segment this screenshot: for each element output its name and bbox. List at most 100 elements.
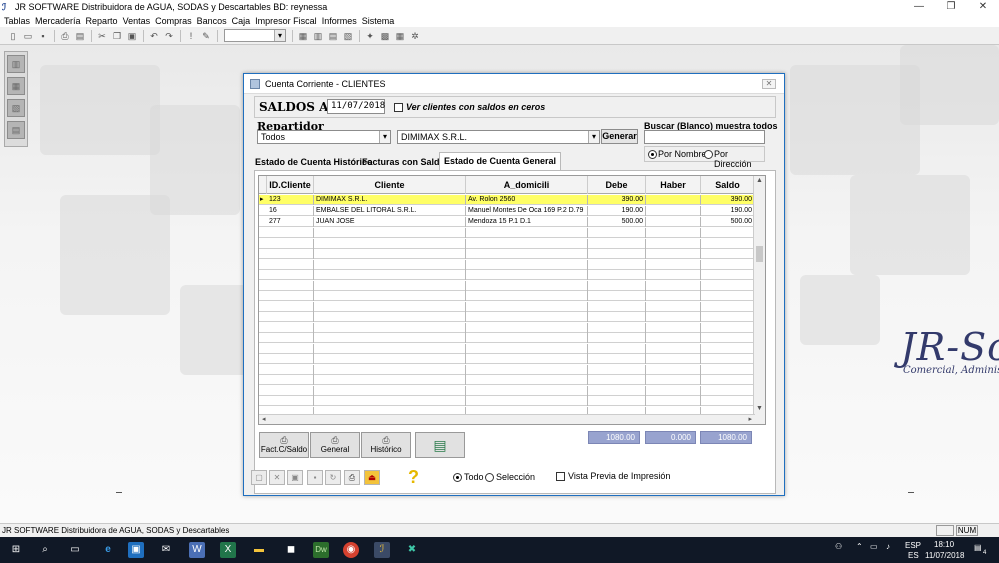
report-icon[interactable]: ▧ [341,30,355,42]
seleccion-radio[interactable] [485,473,494,482]
edit-icon[interactable]: ✎ [199,30,213,42]
excel-icon[interactable]: X [220,542,236,558]
lang-esp[interactable]: ESP [905,541,921,550]
delete-icon[interactable]: ✕ [269,470,285,485]
scroll-thumb[interactable] [756,246,763,262]
folder-icon[interactable]: ▬ [251,542,267,558]
print-icon[interactable]: ⎙ [58,30,72,42]
task-view-icon[interactable]: ▭ [67,542,83,558]
list-icon[interactable]: ▤ [7,121,25,139]
undo-icon[interactable]: ↶ [147,30,161,42]
redo-icon[interactable]: ↷ [162,30,176,42]
lang-es[interactable]: ES [908,551,919,560]
lock-icon[interactable]: ▣ [287,470,303,485]
minimize-icon[interactable]: — [903,0,935,14]
new-file-icon[interactable]: ▯ [6,30,20,42]
buscar-input[interactable] [644,130,765,144]
menu-bancos[interactable]: Bancos [197,16,227,26]
maximize-icon[interactable]: ❐ [935,0,967,14]
column-header-saldo[interactable]: Saldo [701,176,755,194]
cut-icon[interactable]: ✂ [95,30,109,42]
user-icon[interactable]: ⚇ [835,542,842,551]
repartidor-select[interactable]: Todos ▾ [257,130,391,144]
menu-sistema[interactable]: Sistema [362,16,395,26]
scroll-right-icon[interactable]: ▸ [748,415,752,424]
network-icon[interactable]: ▭ [870,542,878,551]
dialog-close-icon[interactable]: ✕ [762,79,776,89]
column-header-haber[interactable]: Haber [646,176,701,194]
todo-radio[interactable] [453,473,462,482]
store-icon[interactable]: ▣ [128,542,144,558]
saldos-date-input[interactable]: 11/07/2018 [327,99,385,114]
notification-icon[interactable]: ▤ [974,543,982,552]
delivery-icon[interactable]: ▧ [7,99,25,117]
window-icon[interactable]: ▦ [296,30,310,42]
mail-icon[interactable]: ✉ [158,542,174,558]
grid-vertical-scrollbar[interactable]: ▲ ▼ [753,176,765,424]
close-icon[interactable]: ✕ [967,0,999,14]
por-direccion-radio[interactable] [704,150,713,159]
print-preview-icon[interactable]: ▤ [73,30,87,42]
grid-icon[interactable]: ▦ [393,30,407,42]
grid-horizontal-scrollbar[interactable]: ◂ ▸ [259,414,755,424]
open-folder-icon[interactable]: ▭ [21,30,35,42]
menu-reparto[interactable]: Reparto [86,16,118,26]
tray-chevron-icon[interactable]: ⌃ [856,542,863,551]
tools-icon[interactable]: ✦ [363,30,377,42]
form-icon[interactable]: ▥ [311,30,325,42]
table-row[interactable]: 277 JUAN JOSE Mendoza 15 P.1 D.1 500.00 … [259,217,755,227]
clock-date[interactable]: 11/07/2018 [925,551,964,560]
scroll-up-icon[interactable]: ▲ [754,176,765,186]
app-icon[interactable]: ✖ [404,542,420,558]
tab-estado-general[interactable]: Estado de Cuenta General [439,152,562,171]
column-header-id[interactable]: ID.Cliente [267,176,314,194]
excel-export-button[interactable]: ▤ [415,432,465,458]
column-header-debe[interactable]: Debe [588,176,646,194]
table-row[interactable]: ▸ 123 DIMIMAX S.R.L. Av. Rolon 2560 390.… [259,195,755,205]
general-button[interactable]: ⎙ General [310,432,360,458]
save-icon[interactable]: ▪ [36,30,50,42]
fact-c-saldo-button[interactable]: ⎙ Fact.C/Saldo [259,432,309,458]
exclamation-icon[interactable]: ! [184,30,198,42]
chrome-icon[interactable]: ◉ [343,542,359,558]
cliente-select[interactable]: DIMIMAX S.R.L. ▾ [397,130,600,144]
ver-clientes-checkbox[interactable] [394,103,403,112]
clientes-grid[interactable]: ID.Cliente Cliente A_domicili Debe Haber… [258,175,766,425]
print-icon[interactable]: ⎙ [344,470,360,485]
volume-icon[interactable]: ♪ [886,542,890,551]
menu-tablas[interactable]: Tablas [4,16,30,26]
paste-icon[interactable]: ▣ [125,30,139,42]
help-icon[interactable]: ? [408,467,419,488]
dreamweaver-icon[interactable]: Dw [313,542,329,558]
search-icon[interactable]: ⌕ [37,542,53,558]
app-icon[interactable]: ◼ [283,542,299,558]
vista-previa-checkbox[interactable] [556,472,565,481]
menu-mercaderia[interactable]: Mercadería [35,16,81,26]
column-header-domicilio[interactable]: A_domicili [466,176,588,194]
clock-time[interactable]: 18:10 [934,540,954,549]
scroll-down-icon[interactable]: ▼ [754,404,765,414]
menu-informes[interactable]: Informes [322,16,357,26]
save-icon[interactable]: ▪ [307,470,323,485]
por-nombre-radio[interactable] [648,150,657,159]
column-header-cliente[interactable]: Cliente [314,176,466,194]
wizard-icon[interactable]: ✲ [408,30,422,42]
windows-start-icon[interactable]: ⊞ [8,542,24,558]
exit-icon[interactable]: ⏏ [364,470,380,485]
jr-software-icon[interactable]: ℐ [374,542,390,558]
copy-icon[interactable]: ❐ [110,30,124,42]
chevron-down-icon[interactable]: ▾ [379,131,390,143]
refresh-icon[interactable]: ↻ [325,470,341,485]
historico-button[interactable]: ⎙ Histórico [361,432,411,458]
scroll-left-icon[interactable]: ◂ [262,415,266,424]
edge-icon[interactable]: e [100,542,116,558]
edit-record-icon[interactable]: ▢ [251,470,267,485]
menu-impresor-fiscal[interactable]: Impresor Fiscal [255,16,317,26]
chevron-down-icon[interactable]: ▾ [588,131,599,143]
generar-button[interactable]: Generar [601,129,638,144]
table-icon[interactable]: ▤ [326,30,340,42]
toolbar-combo[interactable] [224,29,286,42]
customers-icon[interactable]: ▥ [7,55,25,73]
word-icon[interactable]: W [189,542,205,558]
table-row[interactable]: 16 EMBALSE DEL LITORAL S.R.L. Manuel Mon… [259,206,755,216]
